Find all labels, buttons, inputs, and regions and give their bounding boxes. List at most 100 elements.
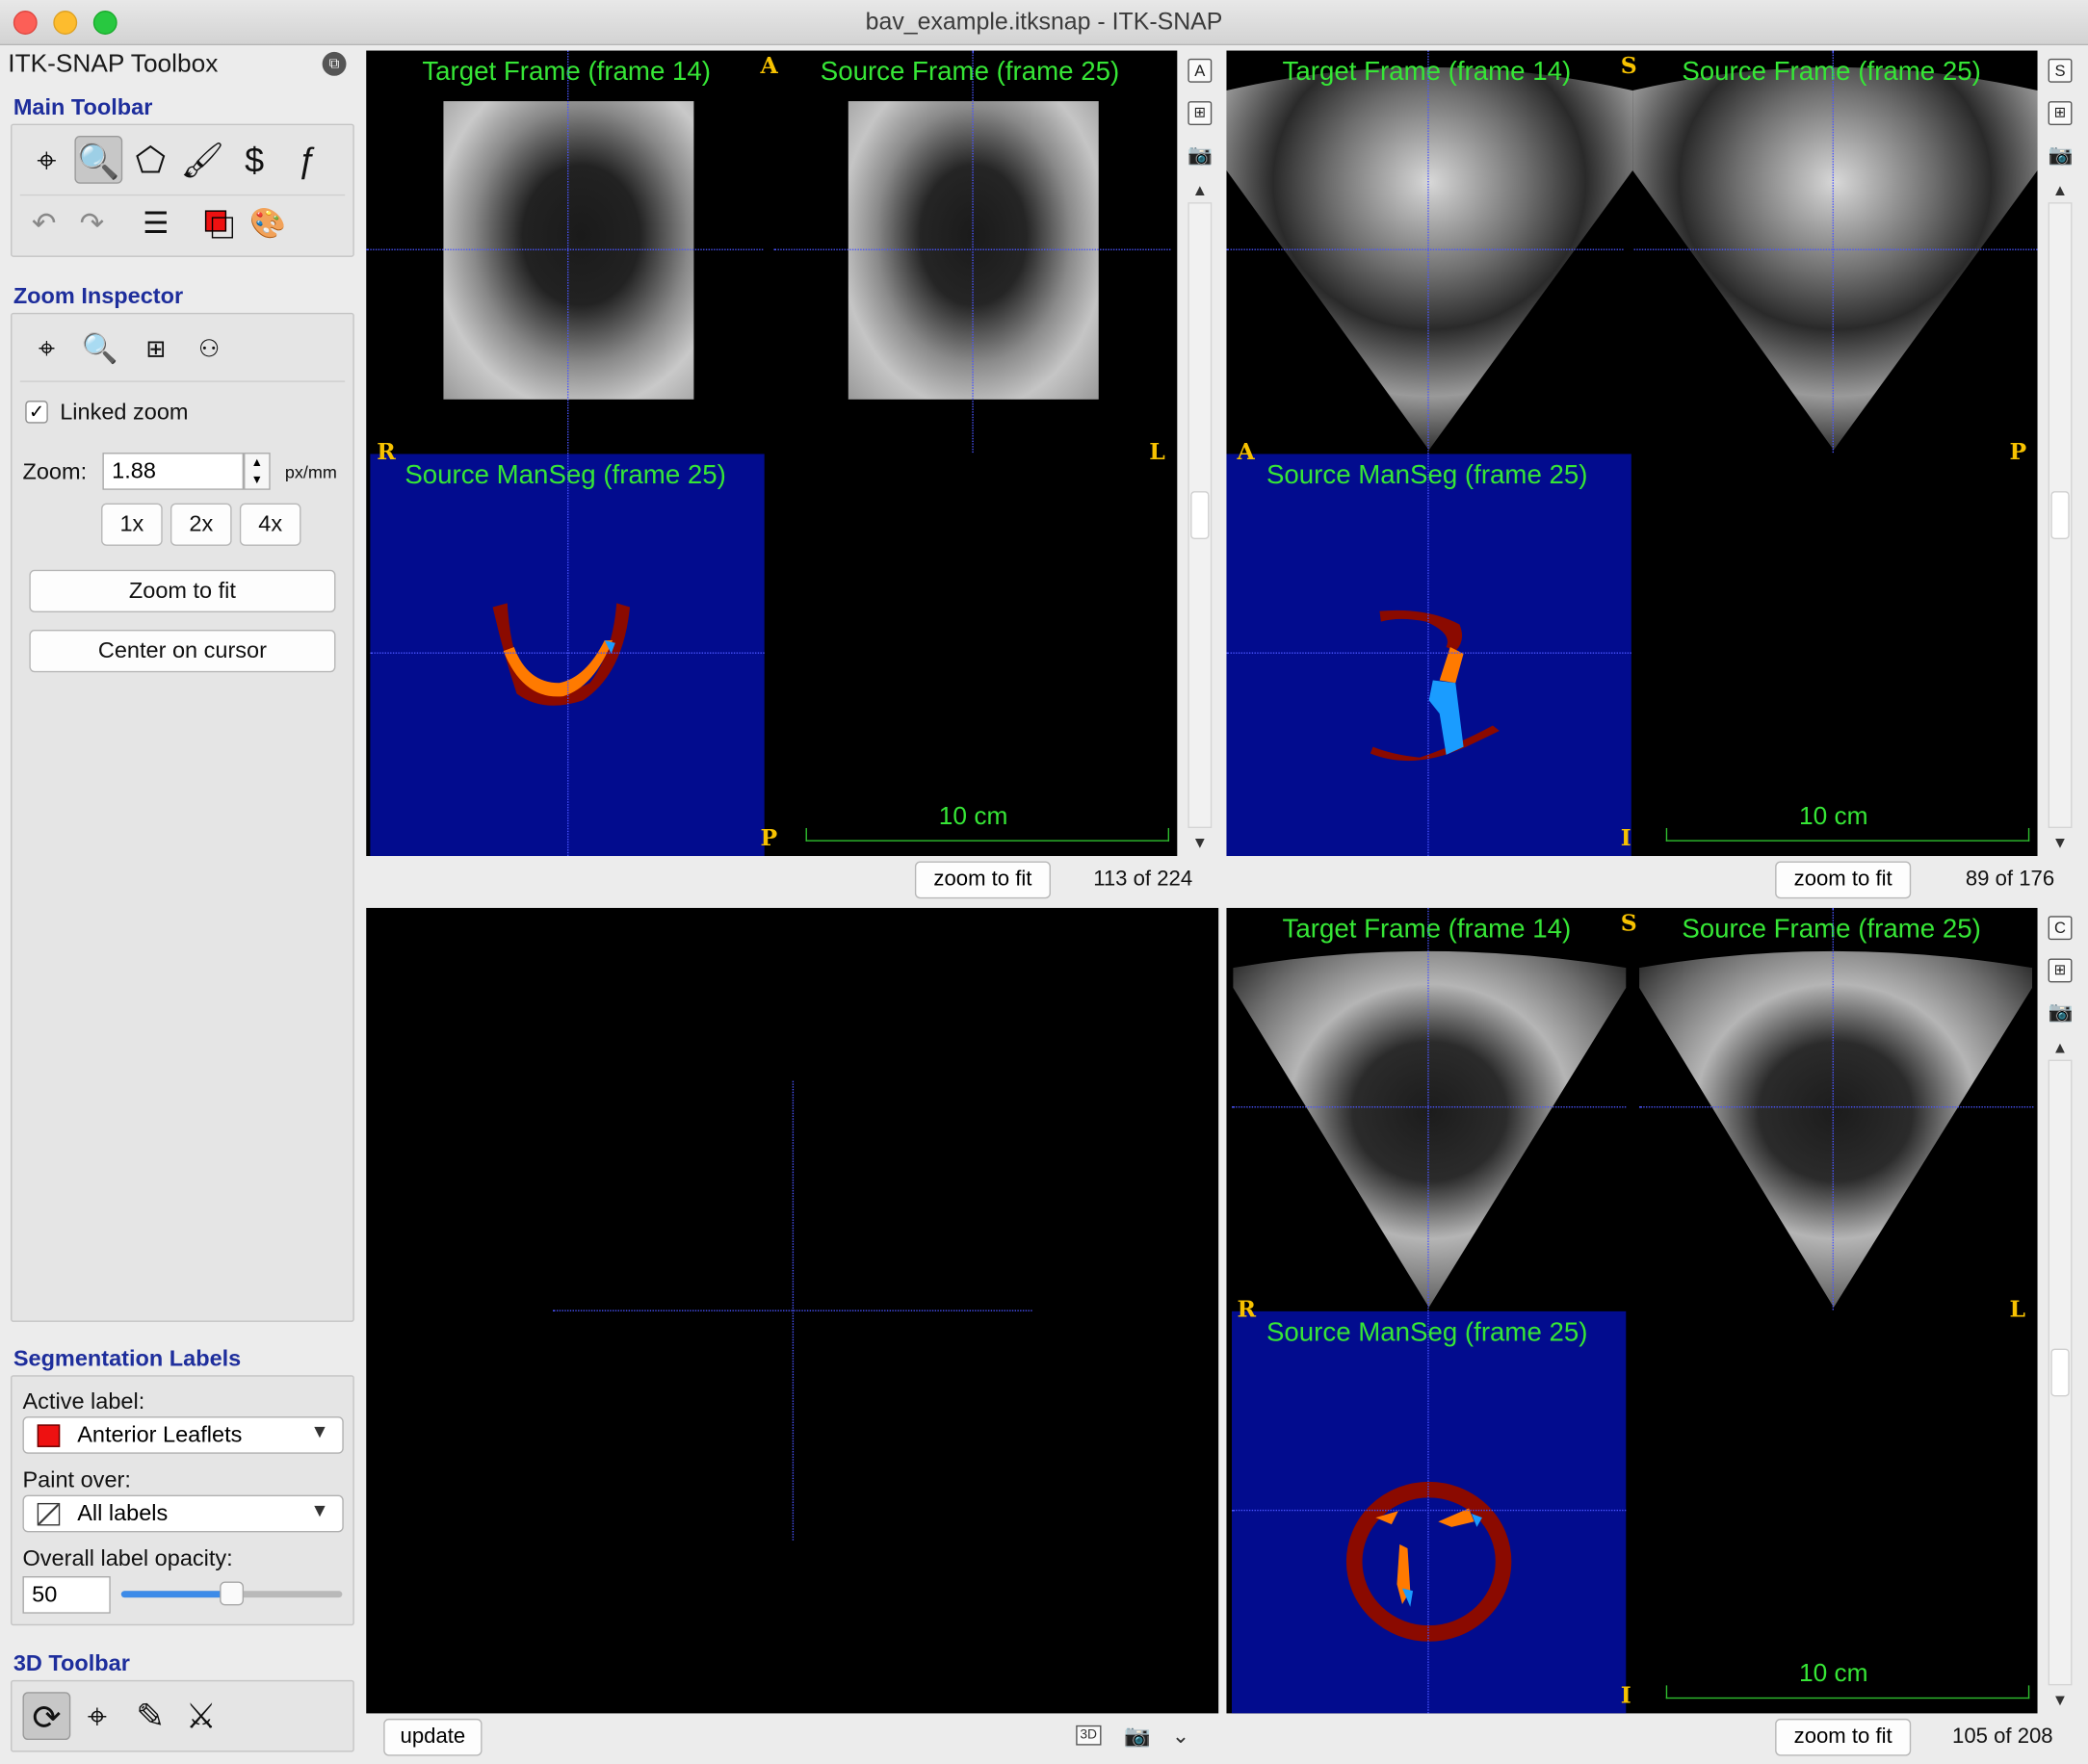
- layers-icon[interactable]: ☰: [135, 202, 177, 245]
- sagittal-slice-scroll-thumb[interactable]: [2050, 491, 2070, 539]
- zoom-mode-icon[interactable]: 🔍: [79, 327, 121, 370]
- coronal-source-title: Source Frame (frame 25): [1682, 914, 1981, 945]
- coronal-orientation-left: R: [1237, 1296, 1257, 1324]
- linked-zoom-label: Linked zoom: [60, 399, 189, 426]
- 3d-toggle-icon[interactable]: 3D: [1076, 1725, 1102, 1746]
- scroll-up-icon[interactable]: ▲: [2049, 1038, 2073, 1056]
- coronal-scale-label: 10 cm: [1799, 1660, 1868, 1689]
- active-label-swatch: [37, 1424, 61, 1447]
- main-toolbar-title: Main Toolbar: [13, 94, 153, 120]
- annotation-tool-icon[interactable]: ƒ: [282, 136, 330, 184]
- opacity-slider[interactable]: [120, 1581, 343, 1606]
- sagittal-zoom-to-fit-button[interactable]: zoom to fit: [1775, 861, 1912, 899]
- sagittal-orientation-bottom: I: [1620, 825, 1631, 852]
- active-label-caption: Active label:: [22, 1388, 145, 1414]
- camera-icon[interactable]: 📷: [2049, 1001, 2074, 1025]
- coronal-orientation-top: S: [1620, 910, 1637, 938]
- crosshair-mode-icon[interactable]: ⌖: [25, 327, 67, 370]
- axial-view-button[interactable]: A: [1188, 58, 1213, 83]
- axial-slice-scrollbar[interactable]: [1188, 202, 1213, 828]
- snake-tool-icon[interactable]: $: [230, 136, 278, 184]
- coronal-view[interactable]: Target Frame (frame 14) Source Frame (fr…: [1226, 907, 2038, 1714]
- scroll-down-icon[interactable]: ▼: [1188, 834, 1212, 852]
- camera-icon[interactable]: 📷: [1188, 143, 1213, 168]
- zoom-label: Zoom:: [22, 458, 88, 485]
- coronal-view-controls: C ⊞ 📷 ▲ ▼: [2043, 907, 2078, 1714]
- layout-toggle-icon[interactable]: ⊞: [2048, 958, 2073, 983]
- zoom-4x-button[interactable]: 4x: [239, 503, 301, 546]
- layout-toggle-icon[interactable]: ⊞: [2048, 101, 2073, 125]
- palette-icon[interactable]: 🎨: [247, 202, 289, 245]
- linked-zoom-checkbox[interactable]: ✓: [25, 401, 48, 424]
- sagittal-view-button[interactable]: S: [2048, 58, 2073, 83]
- opacity-slider-fill: [120, 1591, 232, 1598]
- active-label-value: Anterior Leaflets: [77, 1421, 243, 1447]
- layout-toggle-icon[interactable]: ⊞: [1188, 101, 1213, 125]
- 3d-toolbar-title: 3D Toolbar: [13, 1650, 130, 1676]
- sagittal-source-title: Source Frame (frame 25): [1682, 57, 1981, 87]
- scroll-down-icon[interactable]: ▼: [2049, 1691, 2073, 1709]
- coronal-orientation-bottom: I: [1620, 1682, 1631, 1710]
- sagittal-view[interactable]: Target Frame (frame 14) Source Frame (fr…: [1226, 50, 2038, 857]
- zoom-stepper[interactable]: ▲ ▼: [244, 453, 271, 490]
- coronal-view-button[interactable]: C: [2048, 916, 2073, 941]
- coronal-slice-scrollbar[interactable]: [2048, 1059, 2073, 1686]
- 3d-view[interactable]: [366, 907, 1219, 1714]
- toolbox-title: ITK-SNAP Toolbox: [8, 50, 219, 79]
- axial-scale-label: 10 cm: [938, 802, 1008, 831]
- camera-icon[interactable]: 📷: [1124, 1723, 1151, 1750]
- opacity-slider-handle[interactable]: [220, 1581, 245, 1606]
- coronal-slice-scroll-thumb[interactable]: [2050, 1348, 2070, 1397]
- center-on-cursor-button[interactable]: Center on cursor: [29, 629, 336, 673]
- camera-icon[interactable]: 📷: [2049, 143, 2074, 168]
- axial-source-title: Source Frame (frame 25): [820, 57, 1120, 87]
- opacity-input[interactable]: 50: [22, 1575, 111, 1614]
- window-titlebar: bav_example.itksnap - ITK-SNAP: [0, 0, 2088, 46]
- zoom-to-fit-button[interactable]: Zoom to fit: [29, 569, 336, 612]
- toolbox-panel: ITK-SNAP Toolbox ⧉ Main Toolbar ⌖ 🔍 ⬠ 🖌 …: [0, 46, 363, 1764]
- sagittal-orientation-left: A: [1237, 439, 1255, 466]
- crosshair-3d-icon[interactable]: ⌖: [73, 1692, 121, 1740]
- label-color-icon[interactable]: [196, 202, 238, 245]
- scalpel-3d-icon[interactable]: ⚔: [177, 1692, 225, 1740]
- sagittal-slice-counter: 89 of 176: [1965, 868, 2055, 891]
- layout-icon[interactable]: ⊞: [135, 327, 177, 370]
- polygon-tool-icon[interactable]: ⬠: [126, 136, 174, 184]
- redo-icon[interactable]: ↷: [70, 202, 113, 245]
- 3d-update-button[interactable]: update: [383, 1718, 483, 1756]
- main-toolbar-group: ⌖ 🔍 ⬠ 🖌 $ ƒ ↶ ↷ ☰ 🎨: [11, 123, 354, 257]
- scroll-down-icon[interactable]: ▼: [2049, 834, 2073, 852]
- axial-orientation-bottom: P: [760, 825, 778, 852]
- zoom-tool-icon[interactable]: 🔍: [74, 136, 123, 184]
- undo-icon[interactable]: ↶: [23, 202, 65, 245]
- coronal-zoom-to-fit-button[interactable]: zoom to fit: [1775, 1718, 1912, 1756]
- sagittal-slice-scrollbar[interactable]: [2048, 202, 2073, 828]
- scroll-up-icon[interactable]: ▲: [1188, 181, 1212, 199]
- axial-zoom-to-fit-button[interactable]: zoom to fit: [914, 861, 1051, 899]
- rotate-3d-icon[interactable]: ⟳: [22, 1692, 71, 1741]
- scroll-up-icon[interactable]: ▲: [2049, 181, 2073, 199]
- spray-3d-icon[interactable]: ✎: [126, 1692, 174, 1740]
- all-labels-icon: [37, 1502, 61, 1526]
- window-title: bav_example.itksnap - ITK-SNAP: [865, 8, 1223, 35]
- axial-slice-scroll-thumb[interactable]: [1190, 491, 1210, 539]
- coronal-ultrasound-images: [1233, 950, 2033, 1308]
- inspector-icon[interactable]: ⚇: [188, 327, 230, 370]
- active-label-dropdown[interactable]: Anterior Leaflets ▼: [22, 1416, 344, 1454]
- paintbrush-tool-icon[interactable]: 🖌: [178, 136, 226, 184]
- crosshair-tool-icon[interactable]: ⌖: [23, 136, 71, 184]
- chevron-down-icon[interactable]: ⌄: [1172, 1723, 1190, 1750]
- chevron-down-icon: ▼: [310, 1420, 329, 1442]
- zoom-2x-button[interactable]: 2x: [170, 503, 232, 546]
- coronal-slice-counter: 105 of 208: [1952, 1725, 2053, 1749]
- axial-seg-title: Source ManSeg (frame 25): [405, 460, 726, 490]
- axial-orientation-left: R: [377, 439, 396, 466]
- segmentation-labels-group: Active label: Anterior Leaflets ▼ Paint …: [11, 1375, 354, 1626]
- paint-over-dropdown[interactable]: All labels ▼: [22, 1494, 344, 1533]
- axial-view[interactable]: Target Frame (frame 14) Source Frame (fr…: [366, 50, 1178, 857]
- paint-over-value: All labels: [77, 1500, 169, 1526]
- zoom-1x-button[interactable]: 1x: [101, 503, 163, 546]
- 3d-toolbar-group: ⟳ ⌖ ✎ ⚔: [11, 1679, 354, 1752]
- undock-icon[interactable]: ⧉: [322, 51, 347, 76]
- zoom-input[interactable]: 1.88: [102, 453, 245, 490]
